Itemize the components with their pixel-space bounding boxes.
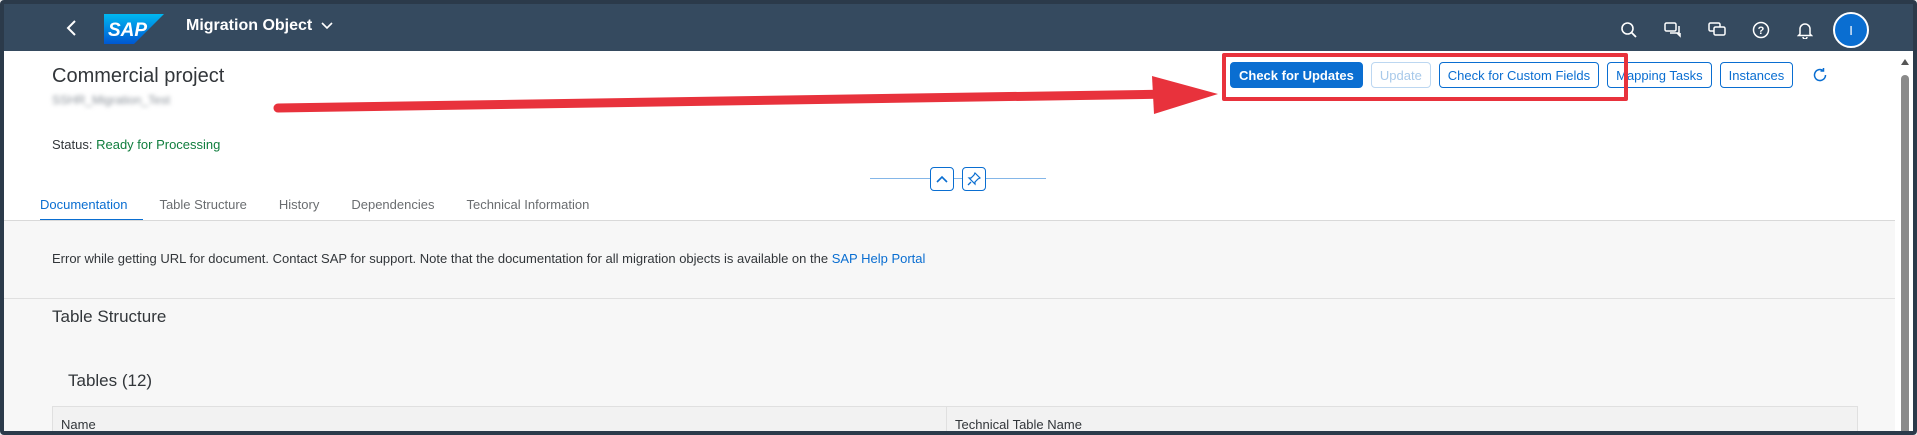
chat-icon — [1708, 22, 1726, 36]
search-icon — [1621, 22, 1637, 38]
feedback-button[interactable] — [1651, 14, 1695, 46]
annotation-highlight-box — [1222, 53, 1628, 101]
help-button[interactable]: ? — [1739, 14, 1783, 46]
chevron-down-icon — [321, 22, 333, 30]
column-header-technical-name[interactable]: Technical Table Name — [947, 407, 1090, 431]
bell-icon — [1797, 23, 1813, 39]
shell-actions: ? I — [1607, 12, 1869, 48]
pin-header-button[interactable] — [962, 167, 986, 191]
notifications-button[interactable] — [1783, 14, 1827, 46]
pin-icon — [967, 172, 981, 186]
collapse-header-button[interactable] — [930, 167, 954, 191]
sap-logo[interactable]: SAP — [104, 14, 164, 44]
app-title: Migration Object — [186, 17, 313, 34]
column-header-name[interactable]: Name — [53, 407, 947, 431]
app-title-menu[interactable]: Migration Object — [186, 17, 334, 35]
back-button[interactable] — [60, 16, 84, 40]
section-title: Table Structure — [52, 307, 167, 326]
app-window: SAP Migration Object ? I Commercial proj… — [0, 0, 1917, 435]
help-icon: ? — [1752, 21, 1770, 39]
tab-dependencies[interactable]: Dependencies — [351, 191, 450, 221]
chevron-up-icon — [936, 175, 948, 183]
tables-count-title: Tables (12) — [68, 371, 153, 390]
tab-documentation[interactable]: Documentation — [40, 191, 144, 221]
svg-text:SAP: SAP — [108, 20, 147, 41]
documentation-error-text: Error while getting URL for document. Co… — [52, 251, 829, 266]
instances-button[interactable]: Instances — [1719, 62, 1794, 88]
chevron-left-icon — [66, 20, 76, 36]
avatar-initial: I — [1849, 22, 1853, 38]
status-label: Status: — [52, 137, 93, 152]
annotation-arrow-icon — [273, 76, 1218, 114]
refresh-button[interactable] — [1807, 62, 1833, 88]
tab-table-structure[interactable]: Table Structure — [159, 191, 262, 221]
status-field: Status: Ready for Processing — [52, 137, 220, 152]
status-value: Ready for Processing — [96, 137, 221, 152]
table-structure-section: Table Structure Tables (12) Name Technic… — [4, 299, 1903, 431]
chat-button[interactable] — [1695, 14, 1739, 46]
page-title: Commercial project — [52, 65, 225, 87]
tab-history[interactable]: History — [279, 191, 335, 221]
scroll-thumb[interactable] — [1901, 75, 1909, 431]
sap-help-portal-link[interactable]: SAP Help Portal — [832, 251, 926, 266]
vertical-scrollbar[interactable] — [1895, 51, 1913, 431]
documentation-message: Error while getting URL for document. Co… — [52, 251, 925, 266]
refresh-icon — [1814, 68, 1827, 82]
table-header-row: Name Technical Table Name — [52, 406, 1858, 431]
page-subtitle: SSHR_Migration_Test — [52, 93, 171, 107]
shell-bar: SAP Migration Object ? I — [4, 4, 1913, 51]
documentation-section: Error while getting URL for document. Co… — [4, 221, 1903, 299]
search-button[interactable] — [1607, 14, 1651, 46]
tab-technical-information[interactable]: Technical Information — [466, 191, 605, 221]
tab-bar: Documentation Table Structure History De… — [40, 191, 621, 221]
user-avatar[interactable]: I — [1833, 12, 1869, 48]
collapse-divider — [870, 178, 1046, 179]
svg-text:?: ? — [1758, 25, 1765, 37]
discussion-icon — [1664, 22, 1681, 38]
header-collapse-bar — [870, 167, 1046, 191]
scroll-up-arrow-icon[interactable] — [1901, 59, 1909, 65]
